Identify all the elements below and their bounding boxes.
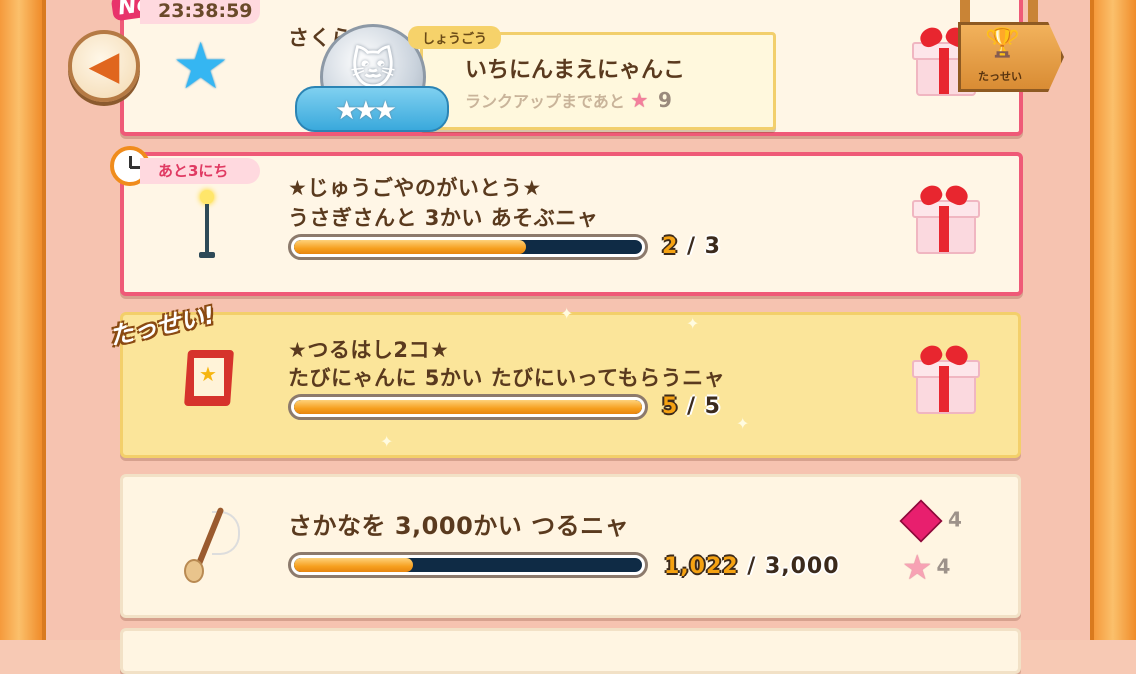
mission-4-title: さかなを 3,000かい つるニャ — [288, 512, 630, 540]
mission-4-count-current: 1,022 — [664, 554, 739, 579]
signboard-icon: ★ — [180, 346, 238, 416]
mission-2-subtitle: うさぎさんと 3かい あそぶニャ — [288, 206, 599, 230]
left-frame — [0, 0, 46, 640]
gift-icon[interactable] — [912, 342, 980, 414]
mission-3-progress — [288, 394, 648, 420]
reward-star: ★ 4 — [902, 548, 950, 588]
rank-up-count: 9 — [657, 88, 672, 112]
days-left: あと3にち — [140, 158, 260, 184]
fishing-rod-icon — [180, 505, 240, 583]
mission-2-count-total: 3 — [704, 234, 721, 259]
sign-post-left — [960, 0, 970, 24]
back-arrow-icon: ◀ — [88, 43, 120, 89]
sparkle: ✦ — [686, 314, 700, 333]
rank-stars: ★★★ — [335, 96, 397, 126]
reward-gem-count: 4 — [948, 507, 962, 532]
reward-star-count: 4 — [936, 554, 951, 579]
blue-star-icon: ★ — [172, 30, 230, 104]
sign-post-right — [1028, 0, 1038, 24]
lamp-icon — [198, 190, 216, 260]
mission-4-progress — [288, 552, 648, 578]
mission-4-count: 1,022 / 3,000 — [664, 554, 840, 579]
mission-2-title: ★じゅうごやのがいとう★ — [288, 176, 542, 200]
mission-2-count-current: 2 — [662, 234, 679, 259]
gem-icon — [899, 499, 943, 543]
gift-icon[interactable] — [912, 182, 980, 254]
reward-gem: 4 — [899, 499, 962, 543]
sparkle: ✦ — [380, 432, 394, 451]
sparkle: ✦ — [560, 304, 574, 323]
pink-star-icon: ★ — [902, 548, 933, 588]
rank-up-info: ランクアップまであと ★ 9 — [465, 88, 672, 112]
title-tag: しょうごう — [408, 26, 502, 49]
mission-3-count-current: 5 — [662, 394, 679, 419]
pink-star-icon: ★ — [630, 88, 649, 112]
mission-3-count-total: 5 — [704, 394, 721, 419]
mission-2-count: 2 / 3 — [662, 234, 721, 259]
mission-3-title: ★つるはし2コ★ — [288, 338, 450, 362]
back-button[interactable]: ◀ — [68, 30, 140, 102]
sparkle: ✦ — [736, 414, 750, 433]
mission-card-4[interactable] — [120, 474, 1021, 618]
rank-name: いちにんまえにゃんこ — [465, 58, 686, 83]
timer: 23:38:59 — [140, 0, 260, 24]
mission-3-count: 5 / 5 — [662, 394, 721, 419]
trophy-icon: 🏆 — [985, 26, 1020, 59]
achievements-label: たっせい — [978, 70, 1022, 83]
mission-4-count-total: 3,000 — [764, 554, 840, 579]
mission-3-subtitle: たびにゃんに 5かい たびにいってもらうニャ — [288, 366, 726, 390]
mission-2-progress — [288, 234, 648, 260]
right-frame — [1090, 0, 1136, 640]
mission-card-5[interactable] — [120, 628, 1021, 674]
rank-up-text: ランクアップまであと — [465, 92, 625, 111]
